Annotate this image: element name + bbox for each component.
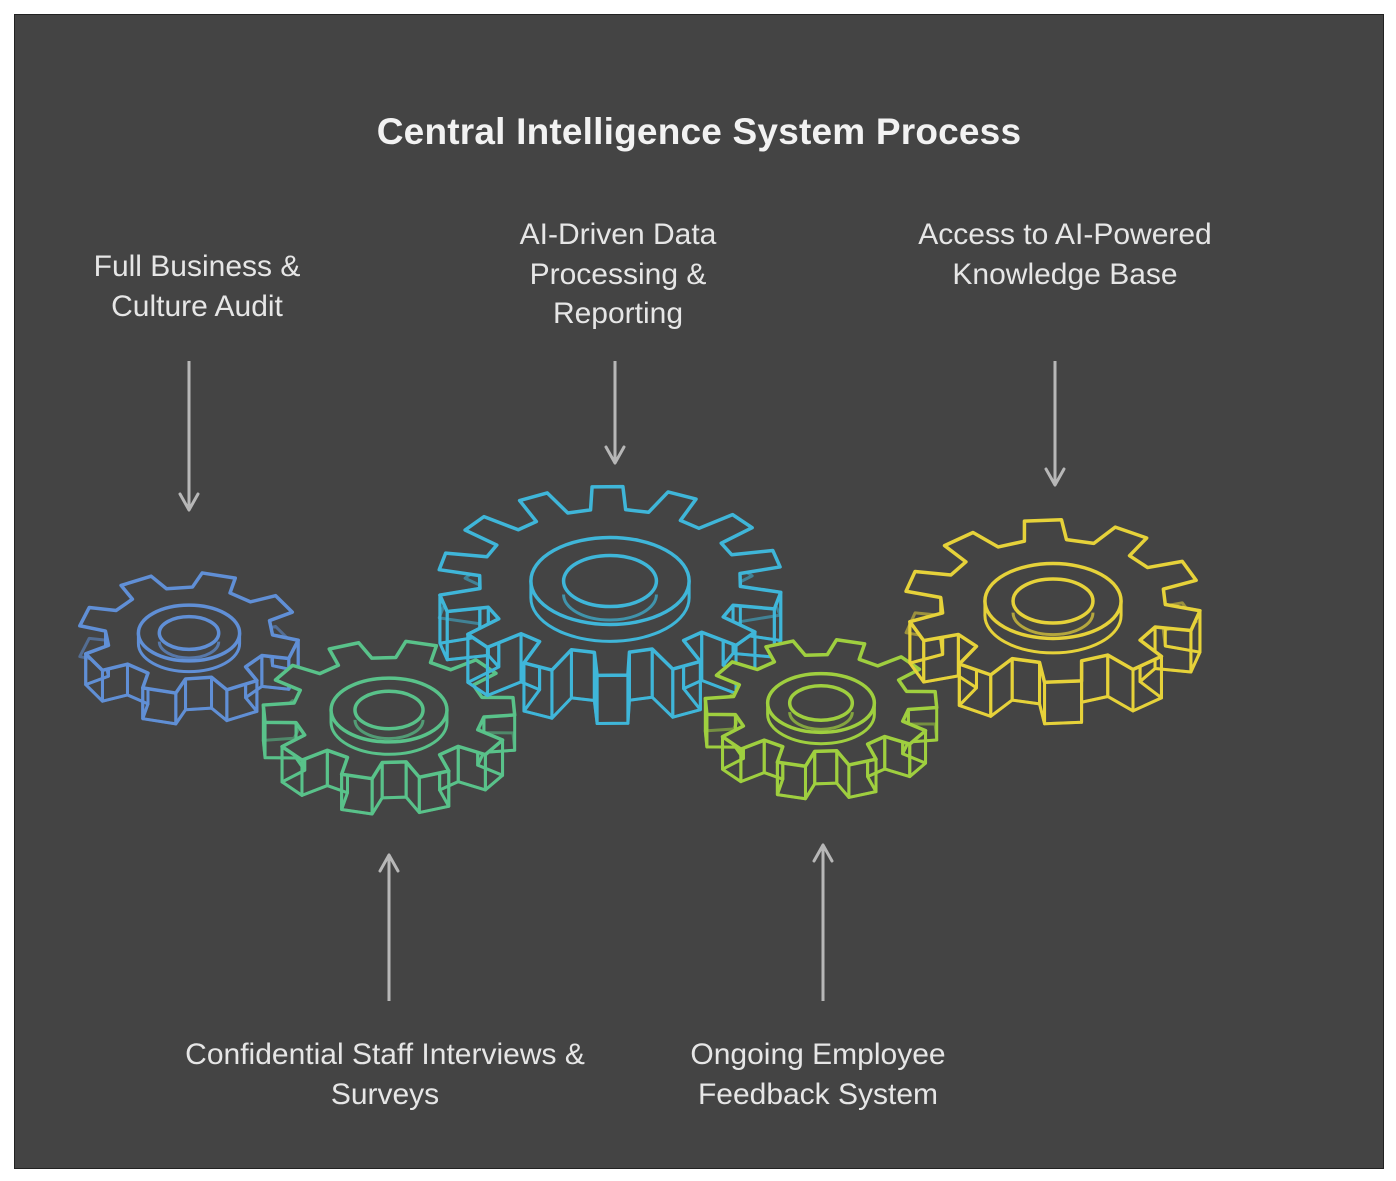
arrow-gear-2 (380, 855, 398, 1001)
label-employee-feedback: Ongoing Employee Feedback System (633, 1035, 1003, 1114)
gear-diagram (15, 15, 1383, 1168)
arrow-gear-1 (180, 361, 198, 510)
arrow-gear-3 (606, 361, 624, 463)
gear-1-gear-icon (80, 573, 298, 724)
label-ai-data-processing: AI-Driven Data Processing & Reporting (463, 215, 773, 334)
diagram-canvas: Central Intelligence System Process Full… (14, 14, 1384, 1169)
gear-4-gear-icon (705, 640, 936, 799)
label-business-culture-audit: Full Business & Culture Audit (57, 247, 337, 326)
arrow-gear-5 (1046, 361, 1064, 485)
arrow-gear-4 (814, 845, 832, 1001)
gear-3-gear-icon (439, 487, 781, 724)
label-staff-interviews-surveys: Confidential Staff Interviews & Surveys (185, 1035, 585, 1114)
label-ai-knowledge-base: Access to AI-Powered Knowledge Base (905, 215, 1225, 294)
gear-5-gear-icon (906, 520, 1200, 724)
